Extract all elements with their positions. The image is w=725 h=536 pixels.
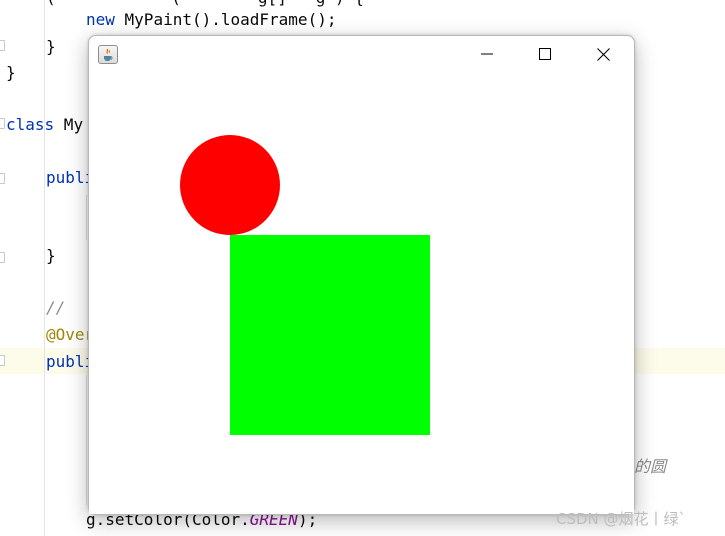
code-line: class My (6, 115, 83, 135)
csdn-watermark: CSDN @烟花丨绿` (556, 510, 687, 528)
fold-marker[interactable] (0, 40, 5, 51)
comment-line: // (46, 298, 66, 317)
paint-canvas[interactable] (89, 72, 634, 514)
indent-guide (44, 0, 45, 536)
code-line: publi (46, 168, 95, 187)
code-text: My (54, 115, 84, 134)
indent-guide (86, 195, 87, 240)
code-text: MyPaint().loadFrame(); (114, 10, 337, 29)
green-square (230, 235, 430, 435)
minimize-icon (481, 53, 493, 55)
java-cup-icon[interactable] (98, 45, 118, 64)
maximize-button[interactable] (522, 36, 568, 72)
keyword: class (6, 115, 55, 134)
fold-marker[interactable] (0, 173, 5, 184)
minimize-button[interactable] (464, 36, 510, 72)
red-circle (180, 135, 280, 235)
code-line: } (46, 246, 56, 265)
annotation-line: @Over (46, 325, 95, 344)
code-line: new MyPaint().loadFrame(); (86, 10, 336, 30)
title-bar[interactable] (89, 36, 634, 72)
code-line: } (46, 37, 56, 56)
fold-marker[interactable] (0, 252, 5, 263)
code-line: } (6, 63, 16, 82)
keyword: new (86, 10, 115, 29)
code-line: publi (46, 352, 95, 371)
java-frame-window[interactable] (88, 35, 635, 515)
close-button[interactable] (580, 36, 626, 72)
code-line-partial: ( ( g[] g ) { (46, 0, 364, 8)
close-icon (596, 47, 610, 61)
fold-marker[interactable] (0, 355, 5, 366)
maximize-icon (539, 48, 551, 60)
indent-guide (86, 375, 87, 505)
comment-fragment: 的圆 (634, 457, 667, 476)
fold-marker[interactable] (0, 118, 5, 129)
